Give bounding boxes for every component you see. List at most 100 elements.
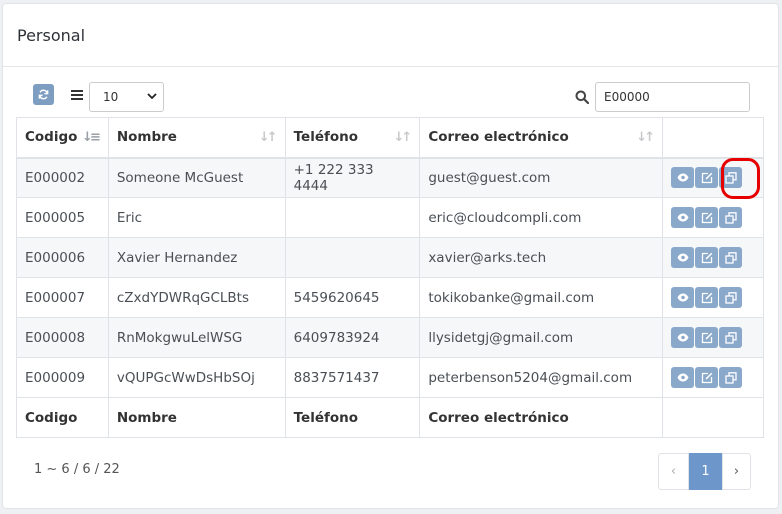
pagination: ‹ 1 ›: [658, 453, 751, 490]
copy-button[interactable]: [719, 327, 743, 348]
cell-telefono: 5459620645: [284, 277, 421, 318]
cell-telefono: [284, 237, 421, 278]
table-row: E000005 Eric eric@cloudcompli.com: [16, 197, 764, 238]
list-icon: [71, 90, 83, 100]
cell-codigo: E000005: [16, 197, 109, 238]
cell-nombre: Eric: [107, 197, 286, 238]
sort-icon: ↓≡: [82, 130, 101, 145]
refresh-icon: [38, 89, 49, 100]
row-actions: [662, 237, 764, 278]
table-toolbar: 10: [3, 82, 778, 112]
panel-header: Personal: [3, 4, 778, 67]
edit-icon: [701, 332, 712, 343]
eye-icon: [677, 373, 689, 382]
edit-button[interactable]: [695, 167, 719, 189]
cell-correo: eric@cloudcompli.com: [419, 197, 664, 238]
cell-codigo: E000002: [16, 157, 109, 198]
search-icon: [575, 90, 589, 104]
column-header-actions: [662, 117, 764, 159]
edit-button[interactable]: [695, 327, 719, 348]
copy-button[interactable]: [719, 247, 743, 268]
column-header-codigo[interactable]: Codigo ↓≡: [16, 117, 109, 159]
view-button[interactable]: [671, 207, 695, 228]
sort-icon: ↓↑: [636, 130, 655, 145]
copy-icon: [724, 331, 737, 344]
copy-button[interactable]: [719, 367, 743, 388]
footer-correo: Correo electrónico: [419, 397, 664, 438]
page-title: Personal: [17, 25, 86, 45]
edit-icon: [701, 372, 712, 383]
edit-button[interactable]: [695, 367, 719, 388]
cell-telefono: 6409783924: [284, 317, 421, 358]
next-page-button[interactable]: ›: [722, 453, 751, 490]
copy-icon: [724, 251, 737, 264]
column-header-telefono[interactable]: Teléfono ↓↑: [284, 117, 421, 159]
table-row: E000007 cZxdYDWRqGCLBts 5459620645 tokikoba…: [16, 277, 764, 318]
pagination-info: 1 ~ 6 / 6 / 22: [34, 462, 120, 477]
copy-button[interactable]: [719, 207, 743, 228]
personal-table: Codigo ↓≡ Nombre ↓↑ Teléfono ↓↑ Correo elec…: [16, 117, 764, 438]
search-input[interactable]: [595, 82, 750, 112]
row-actions: [662, 357, 764, 398]
row-actions: [662, 277, 764, 318]
eye-icon: [677, 253, 689, 262]
cell-nombre: vQUPGcWwDsHbSOj: [107, 357, 286, 398]
edit-icon: [701, 252, 712, 263]
eye-icon: [677, 173, 689, 182]
cell-telefono: +1 222 333 4444: [284, 157, 421, 198]
cell-telefono: 8837571437: [284, 357, 421, 398]
table-header-row: Codigo ↓≡ Nombre ↓↑ Teléfono ↓↑ Correo elec…: [16, 117, 764, 159]
footer-nombre: Nombre: [107, 397, 286, 438]
prev-page-button[interactable]: ‹: [658, 453, 689, 490]
row-actions: [662, 157, 764, 198]
cell-codigo: E000009: [16, 357, 109, 398]
view-button[interactable]: [671, 167, 695, 189]
edit-button[interactable]: [695, 247, 719, 268]
edit-icon: [701, 292, 712, 303]
view-button[interactable]: [671, 327, 695, 348]
cell-correo: guest@guest.com: [419, 157, 664, 198]
page-1-button[interactable]: 1: [689, 453, 722, 490]
cell-codigo: E000008: [16, 317, 109, 358]
view-button[interactable]: [671, 247, 695, 268]
cell-nombre: Xavier Hernandez: [107, 237, 286, 278]
footer-codigo: Codigo: [16, 397, 109, 438]
page-size-select[interactable]: 10: [89, 82, 164, 112]
row-actions: [662, 197, 764, 238]
cell-nombre: RnMokgwuLelWSG: [107, 317, 286, 358]
edit-icon: [701, 212, 712, 223]
copy-icon: [724, 291, 737, 304]
table-row: E000009 vQUPGcWwDsHbSOj 8837571437 peterben…: [16, 357, 764, 398]
table-row: E000002 Someone McGuest +1 222 333 4444 gue…: [16, 157, 764, 198]
eye-icon: [677, 213, 689, 222]
copy-button[interactable]: [719, 287, 743, 308]
edit-button[interactable]: [695, 207, 719, 228]
view-button[interactable]: [671, 287, 695, 308]
table-footer-row: Codigo Nombre Teléfono Correo electrónic…: [16, 397, 764, 438]
cell-telefono: [284, 197, 421, 238]
footer-telefono: Teléfono: [284, 397, 421, 438]
copy-button[interactable]: [719, 167, 743, 189]
sort-icon: ↓↑: [258, 130, 278, 145]
table-row: E000008 RnMokgwuLelWSG 6409783924 llysidetg…: [16, 317, 764, 358]
page-size-value: 10: [103, 90, 119, 104]
cell-nombre: cZxdYDWRqGCLBts: [107, 277, 286, 318]
eye-icon: [677, 333, 689, 342]
sort-icon: ↓↑: [393, 130, 413, 145]
edit-button[interactable]: [695, 287, 719, 308]
refresh-button[interactable]: [33, 84, 54, 105]
view-button[interactable]: [671, 367, 695, 388]
chevron-down-icon: [147, 93, 157, 100]
cell-correo: llysidetgj@gmail.com: [419, 317, 664, 358]
cell-correo: tokikobanke@gmail.com: [419, 277, 664, 318]
row-actions: [662, 317, 764, 358]
copy-icon: [724, 371, 737, 384]
eye-icon: [677, 293, 689, 302]
cell-correo: peterbenson5204@gmail.com: [419, 357, 664, 398]
footer-actions: [662, 397, 764, 438]
copy-icon: [724, 171, 737, 184]
cell-codigo: E000007: [16, 277, 109, 318]
column-header-correo[interactable]: Correo electrónico ↓↑: [419, 117, 664, 159]
cell-correo: xavier@arks.tech: [419, 237, 664, 278]
column-header-nombre[interactable]: Nombre ↓↑: [107, 117, 286, 159]
